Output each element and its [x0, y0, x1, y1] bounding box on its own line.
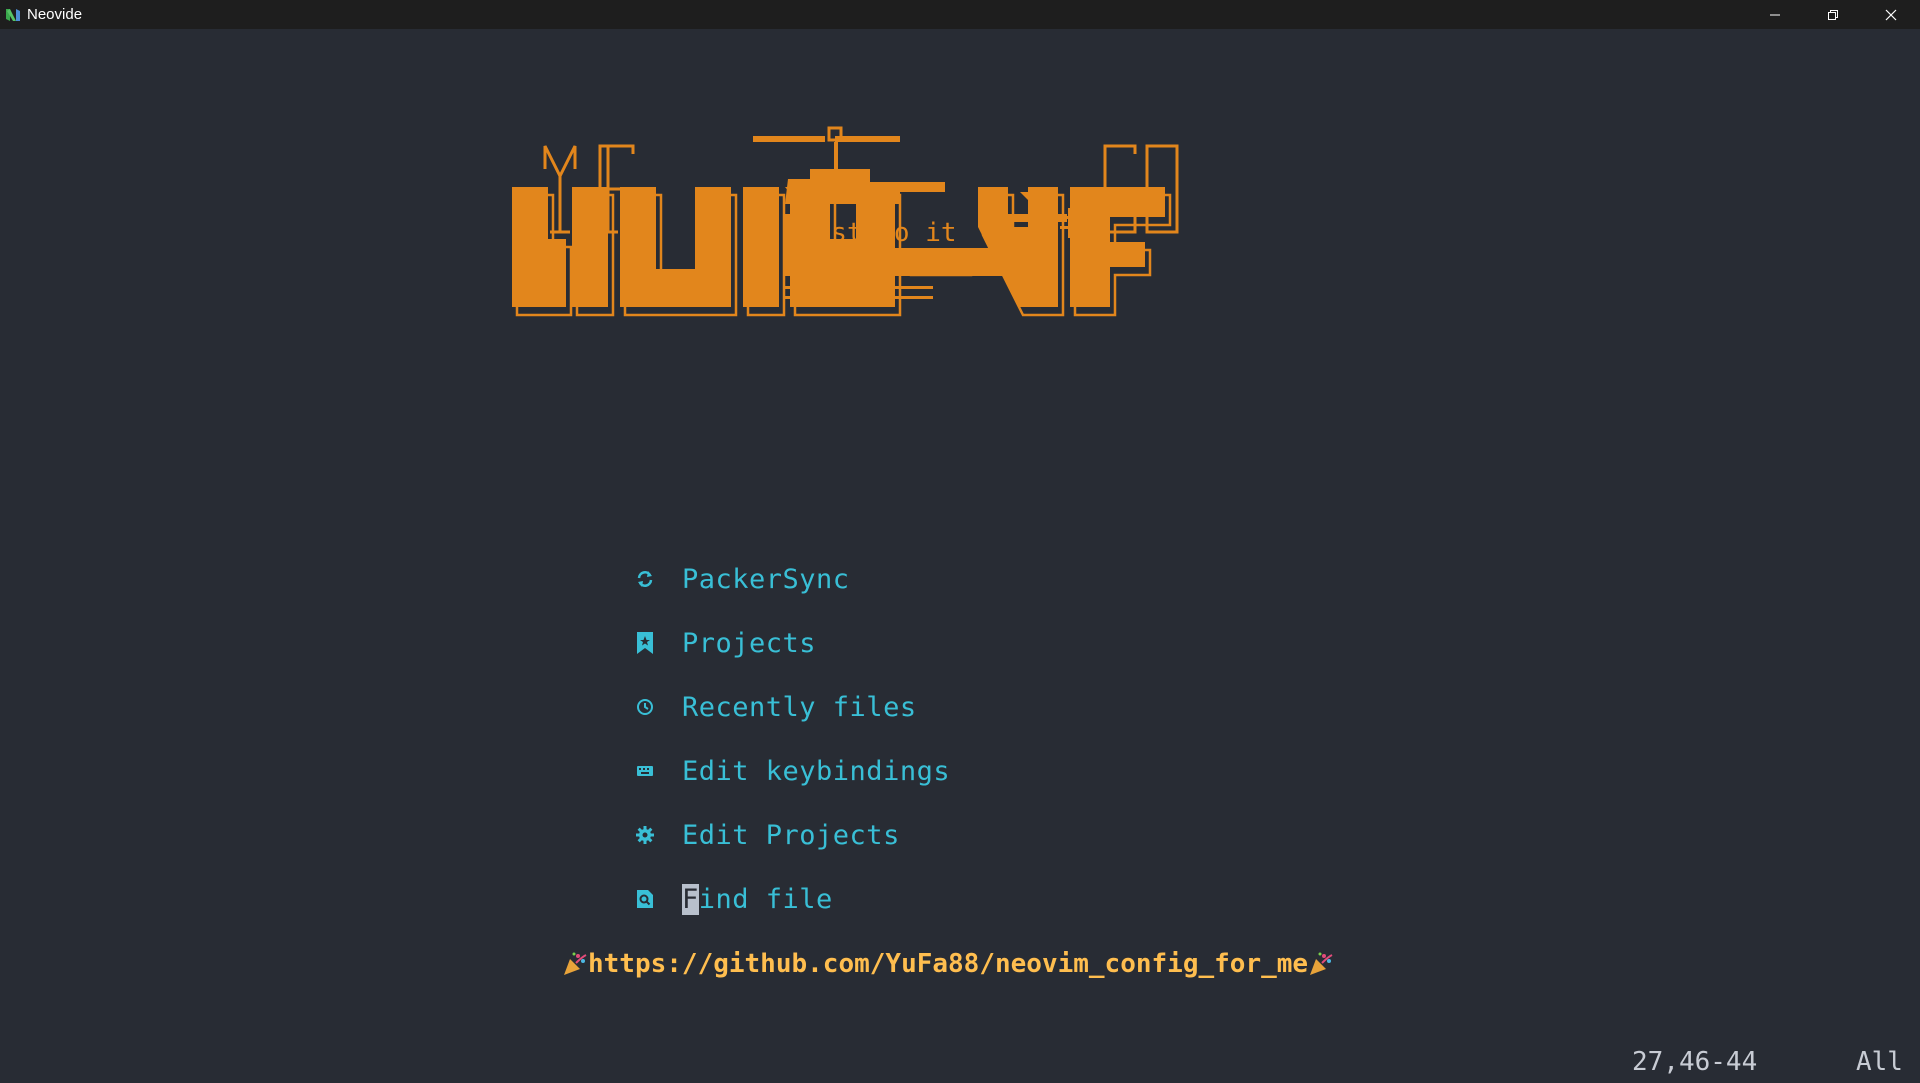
party-popper-icon — [1310, 952, 1333, 975]
cursor-position: 27,46-44 — [1632, 1047, 1758, 1077]
text-cursor: F — [682, 883, 699, 915]
bookmark-icon — [632, 630, 658, 656]
scroll-indicator: All — [1856, 1047, 1903, 1077]
menu-item-edit-projects[interactable]: Edit Projects — [632, 815, 900, 855]
menu-item-find-file[interactable]: Find file — [632, 879, 833, 919]
editor-area[interactable]: just do it — [0, 29, 1920, 1080]
restore-icon — [1828, 9, 1838, 20]
minimize-button[interactable] — [1746, 0, 1804, 29]
dashboard-banner: just do it — [512, 126, 1179, 317]
menu-item-packersync[interactable]: PackerSync — [632, 559, 850, 599]
ruler: 27,46-44 All — [0, 1047, 1920, 1083]
menu-label: Edit Projects — [682, 819, 900, 851]
neovim-logo-icon — [6, 8, 20, 21]
gear-icon — [632, 822, 658, 848]
menu-label: Recently files — [682, 691, 917, 723]
menu-label-find-file: Find file — [682, 883, 833, 915]
dashboard-footer: https://github.com/YuFa88/neovim_config_… — [562, 949, 1334, 979]
menu-item-projects[interactable]: Projects — [632, 623, 816, 663]
menu-item-edit-keybindings[interactable]: Edit keybindings — [632, 751, 950, 791]
minimize-icon — [1770, 14, 1780, 15]
window-titlebar[interactable]: Neovide — [0, 0, 1920, 29]
keyboard-icon — [632, 758, 658, 784]
restore-button[interactable] — [1804, 0, 1862, 29]
menu-label: PackerSync — [682, 563, 850, 595]
close-icon — [1885, 9, 1897, 20]
nvim-yf-logo — [512, 187, 1172, 317]
menu-label: Projects — [682, 627, 817, 659]
repo-url[interactable]: https://github.com/YuFa88/neovim_config_… — [588, 949, 1308, 979]
menu-label-rest: ind file — [698, 883, 833, 915]
window-title: Neovide — [27, 6, 83, 23]
party-popper-icon — [564, 952, 587, 975]
refresh-icon — [632, 566, 658, 592]
menu-label: Edit keybindings — [682, 755, 951, 787]
file-search-icon — [632, 886, 658, 912]
close-button[interactable] — [1862, 0, 1920, 29]
history-icon — [632, 694, 658, 720]
menu-item-recently-files[interactable]: Recently files — [632, 687, 917, 727]
window-controls — [1746, 0, 1920, 29]
